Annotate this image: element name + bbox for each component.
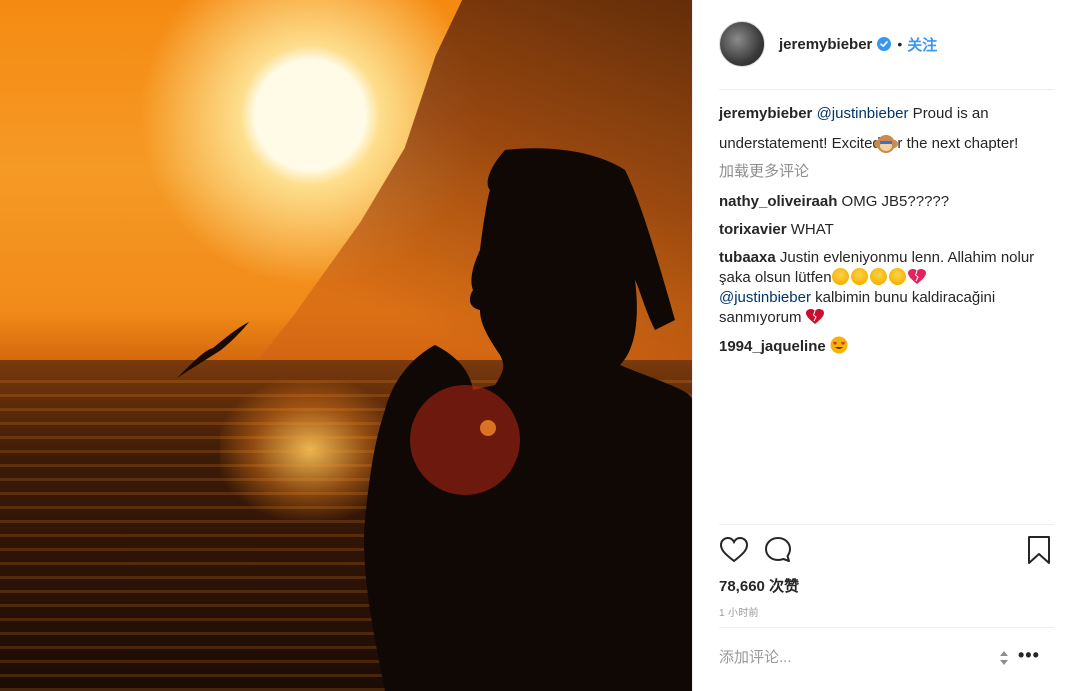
bookmark-icon[interactable] bbox=[1024, 535, 1054, 565]
post-timestamp[interactable]: 1 小时前 bbox=[719, 604, 759, 619]
caption-username[interactable]: jeremybieber bbox=[719, 105, 812, 122]
astonished-face-emoji-icon bbox=[869, 268, 887, 285]
crying-face-emoji-icon bbox=[831, 268, 849, 285]
input-divider bbox=[719, 627, 1054, 628]
caption-mention[interactable]: @justinbieber bbox=[817, 105, 909, 122]
comment-username[interactable]: 1994_jaqueline bbox=[719, 338, 826, 355]
comment-username[interactable]: nathy_oliveiraah bbox=[719, 193, 837, 210]
comment-text: OMG JB5????? bbox=[837, 193, 950, 210]
broken-heart-emoji-icon bbox=[805, 309, 824, 324]
follow-button[interactable]: 关注 bbox=[907, 34, 937, 55]
heart-icon[interactable] bbox=[719, 535, 749, 565]
actions-divider bbox=[719, 524, 1054, 525]
comment-username[interactable]: torixavier bbox=[719, 221, 787, 238]
comment-item: 1994_jaqueline bbox=[719, 336, 1054, 357]
post-photo[interactable] bbox=[0, 0, 692, 691]
comment-mention[interactable]: @justinbieber bbox=[719, 289, 811, 306]
load-more-comments-link[interactable]: 加载更多评论 bbox=[719, 162, 1054, 182]
action-bar bbox=[719, 535, 1054, 565]
comment-icon[interactable] bbox=[763, 535, 793, 565]
header-separator: • bbox=[897, 36, 903, 52]
broken-heart-emoji-icon bbox=[907, 269, 926, 284]
likes-number: 78,660 bbox=[719, 578, 765, 595]
comment-item: nathy_oliveiraah OMG JB5????? bbox=[719, 192, 1054, 212]
post-header: jeremybieber • 关注 bbox=[719, 20, 1049, 68]
more-options-icon[interactable]: ••• bbox=[1018, 645, 1042, 669]
likes-count[interactable]: 78,660 次赞 bbox=[719, 575, 799, 596]
comment-item: torixavier WHAT bbox=[719, 220, 1054, 240]
avatar[interactable] bbox=[719, 21, 765, 67]
add-comment-input[interactable] bbox=[719, 642, 989, 672]
header-username[interactable]: jeremybieber bbox=[779, 36, 872, 53]
comment-text: WHAT bbox=[786, 221, 834, 238]
heart-eyes-emoji-icon bbox=[830, 336, 848, 354]
likes-label: 次赞 bbox=[769, 578, 800, 595]
comments-list: jeremybieber @justinbieber Proud is an u… bbox=[719, 104, 1054, 365]
resize-handle-icon[interactable] bbox=[998, 649, 1010, 667]
monkey-emoji-icon bbox=[873, 135, 898, 153]
person-silhouette bbox=[364, 148, 692, 691]
verified-badge-icon bbox=[877, 37, 892, 51]
pensive-face-emoji-icon bbox=[850, 268, 868, 285]
post-side-panel: jeremybieber • 关注 jeremybieber @justinbi… bbox=[692, 0, 1080, 691]
comment-item: tubaaxa Justin evleniyonmu lenn. Allahim… bbox=[719, 248, 1054, 328]
header-divider bbox=[719, 89, 1054, 90]
frowning-face-emoji-icon bbox=[888, 268, 906, 285]
bird-silhouette bbox=[177, 322, 249, 378]
comment-username[interactable]: tubaaxa bbox=[719, 249, 776, 266]
caption: jeremybieber @justinbieber Proud is an u… bbox=[719, 104, 1054, 154]
instagram-post: jeremybieber • 关注 jeremybieber @justinbi… bbox=[0, 0, 1080, 691]
